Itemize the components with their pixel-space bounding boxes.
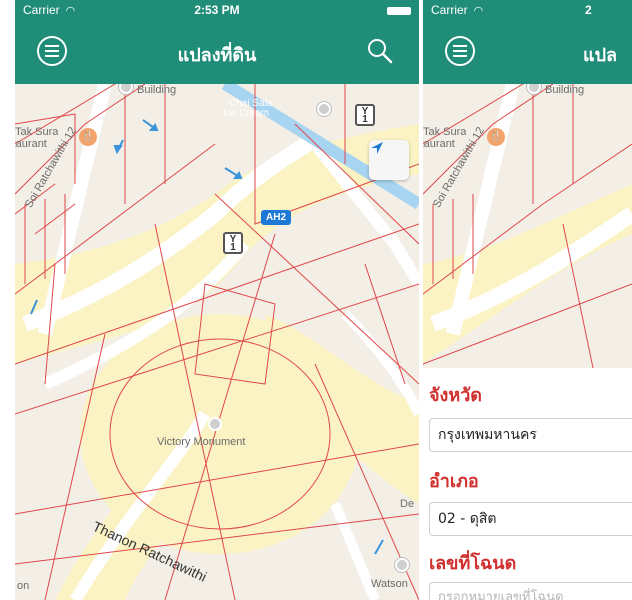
menu-button[interactable]	[445, 36, 475, 66]
map-label-tak-sura: Tak Sura	[423, 126, 467, 138]
navigation-bar: แปล	[423, 20, 632, 84]
map-canvas[interactable]	[15, 84, 419, 600]
deed-number-input[interactable]	[429, 582, 632, 600]
deed-number-label: เลขที่โฉนด	[429, 553, 517, 574]
province-label: จังหวัด	[429, 385, 482, 406]
phone-screen-map: Carrier ◠ 2:53 PM แปลงที่ดิน Building Ch…	[15, 0, 419, 600]
map-label-building: Building	[137, 84, 177, 96]
district-label: อำเภอ	[429, 471, 479, 492]
map-label-watson: Watson	[371, 578, 408, 590]
restaurant-icon[interactable]: 🍴	[79, 128, 97, 146]
status-time: 2	[585, 3, 592, 17]
province-select[interactable]: กรุงเทพมหานคร	[429, 418, 632, 452]
watson-pin-icon[interactable]	[395, 558, 409, 572]
location-arrow-icon	[371, 142, 383, 154]
map-label-tak-sura: Tak Sura	[15, 126, 59, 138]
search-button[interactable]	[365, 36, 395, 66]
map-label-victory-monument: Victory Monument	[157, 436, 246, 448]
carrier-label: Carrier ◠	[431, 3, 484, 17]
map-label-building: Building	[545, 84, 585, 96]
map-label-ice-cream: Ice Cream	[223, 108, 270, 119]
map-label-restaurant: estaurant	[423, 138, 455, 150]
status-time: 2:53 PM	[194, 3, 240, 17]
wifi-icon: ◠	[473, 5, 484, 17]
map-label-de: De	[400, 498, 415, 510]
page-title: แปลงที่ดิน	[177, 45, 257, 66]
map-label-on: on	[17, 580, 30, 592]
search-form-panel: จังหวัด กรุงเทพมหานคร อำเภอ 02 - ดุสิต เ…	[423, 368, 632, 600]
hamburger-icon	[453, 45, 467, 47]
status-bar: Carrier ◠ 2:53 PM	[15, 0, 419, 20]
map-label-restaurant: estaurant	[15, 138, 47, 150]
search-icon	[368, 39, 393, 64]
district-select[interactable]: 02 - ดุสิต	[429, 502, 632, 536]
battery-icon	[387, 7, 411, 15]
ice-cream-pin-icon[interactable]	[317, 102, 331, 116]
locate-me-button[interactable]	[369, 140, 409, 180]
restaurant-icon[interactable]: 🍴	[487, 128, 505, 146]
navigation-bar: แปลงที่ดิน	[15, 20, 419, 84]
status-bar: Carrier ◠ 2	[423, 0, 632, 20]
page-title: แปล	[583, 45, 618, 66]
ah2-route-badge: AH2	[261, 210, 292, 225]
map-view[interactable]: Building Chai Sala Ice Cream Y1 Y1 Tak S…	[15, 84, 419, 600]
route-shield-icon: Y1	[223, 232, 243, 254]
phone-screen-form: Carrier ◠ 2 แปล Building Tak Sura aurant…	[423, 0, 632, 600]
route-shield-icon: Y1	[355, 104, 375, 126]
